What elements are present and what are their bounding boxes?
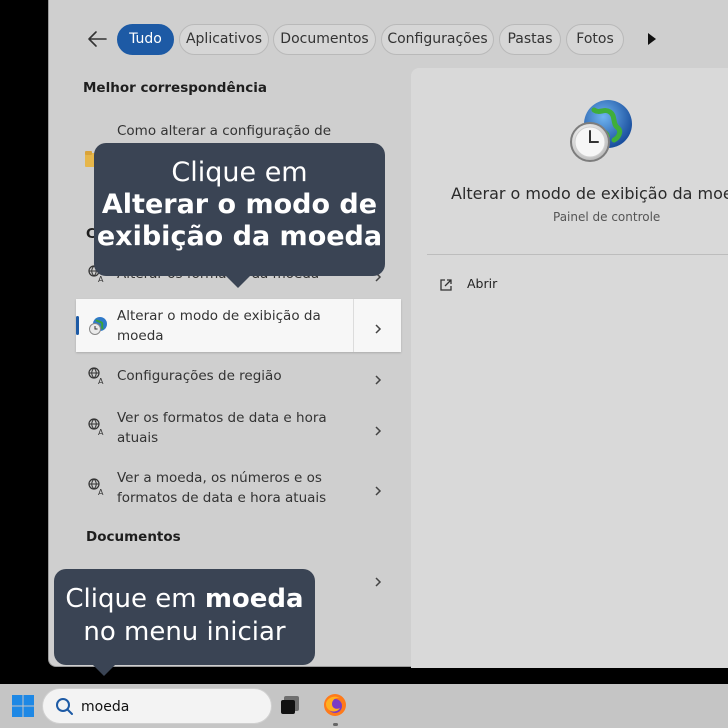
preview-divider bbox=[427, 254, 728, 255]
running-indicator bbox=[333, 723, 338, 726]
task-view-icon[interactable] bbox=[279, 694, 301, 716]
svg-text:A: A bbox=[98, 488, 104, 496]
open-external-icon bbox=[439, 277, 453, 291]
tooltip-line1: Clique em bbox=[171, 157, 308, 188]
result-row-label-line1: Ver a moeda, os números e os bbox=[117, 470, 322, 486]
result-row-label: Configurações de região bbox=[117, 368, 282, 384]
preview-pane: Alterar o modo de exibição da moeda Pain… bbox=[411, 68, 728, 668]
svg-text:A: A bbox=[98, 377, 104, 385]
tooltip-arrow bbox=[92, 664, 116, 676]
screen: Tudo Aplicativos Documentos Configuraçõe… bbox=[0, 0, 728, 728]
svg-text:A: A bbox=[98, 428, 104, 436]
tooltip-line2: no menu iniciar bbox=[83, 617, 286, 647]
result-row-label-line1: Ver os formatos de data e hora bbox=[117, 410, 327, 426]
chevron-right-icon[interactable] bbox=[373, 320, 383, 334]
preview-title: Alterar o modo de exibição da moeda bbox=[451, 184, 728, 203]
result-row-label-line2: atuais bbox=[117, 430, 159, 446]
result-row-label-line2: formatos de data e hora atuais bbox=[117, 490, 327, 506]
result-row-label-line2: moeda bbox=[117, 328, 164, 344]
search-icon bbox=[55, 697, 74, 716]
tooltip-line2: Alterar o modo de bbox=[101, 189, 378, 220]
tooltip-arrow bbox=[226, 276, 250, 288]
instruction-tooltip-bottom: Clique em moeda no menu iniciar bbox=[54, 569, 315, 665]
filter-chip-tudo[interactable]: Tudo bbox=[117, 24, 174, 55]
filter-chip-fotos[interactable]: Fotos bbox=[566, 24, 624, 55]
svg-text:A: A bbox=[98, 275, 104, 283]
preview-subtitle: Painel de controle bbox=[553, 210, 661, 224]
tooltip-bold: moeda bbox=[204, 584, 304, 614]
chevron-right-icon bbox=[373, 573, 383, 587]
tooltip-prefix: Clique em bbox=[65, 584, 205, 614]
open-label: Abrir bbox=[467, 276, 498, 291]
result-row-alterar-modo-exibicao-moeda[interactable]: Alterar o modo de exibição da moeda bbox=[76, 299, 401, 352]
filter-chip-pastas[interactable]: Pastas bbox=[499, 24, 561, 55]
filter-chip-documentos[interactable]: Documentos bbox=[273, 24, 376, 55]
chevron-right-icon bbox=[373, 422, 383, 436]
taskbar-search-box[interactable] bbox=[42, 688, 272, 724]
windows-start-icon[interactable] bbox=[11, 694, 35, 718]
taskbar bbox=[0, 684, 728, 728]
chevron-right-icon bbox=[373, 482, 383, 496]
region-settings-icon: A bbox=[88, 478, 106, 497]
best-match-title: Melhor correspondência bbox=[83, 80, 267, 96]
best-match-label: Como alterar a configuração de bbox=[117, 123, 332, 139]
documents-section-title: Documentos bbox=[86, 529, 181, 545]
row-divider bbox=[353, 299, 354, 352]
globe-clock-large-icon bbox=[568, 98, 634, 164]
region-settings-icon: A bbox=[88, 418, 106, 437]
filter-chip-aplicativos[interactable]: Aplicativos bbox=[179, 24, 269, 55]
filter-chip-configuracoes[interactable]: Configurações bbox=[381, 24, 494, 55]
region-settings-icon: A bbox=[88, 367, 106, 386]
back-arrow-icon[interactable] bbox=[86, 27, 108, 51]
more-filters-play-icon[interactable] bbox=[642, 30, 660, 48]
globe-clock-icon bbox=[88, 316, 108, 336]
firefox-icon[interactable] bbox=[323, 693, 347, 717]
selection-indicator bbox=[76, 316, 79, 335]
tooltip-line1: Clique em moeda bbox=[54, 583, 315, 616]
search-input[interactable] bbox=[81, 697, 261, 717]
result-row-label-line1: Alterar o modo de exibição da bbox=[117, 308, 321, 324]
tooltip-line3: exibição da moeda bbox=[96, 221, 383, 252]
instruction-tooltip-top: Clique em Alterar o modo de exibição da … bbox=[94, 143, 385, 276]
chevron-right-icon bbox=[373, 371, 383, 385]
